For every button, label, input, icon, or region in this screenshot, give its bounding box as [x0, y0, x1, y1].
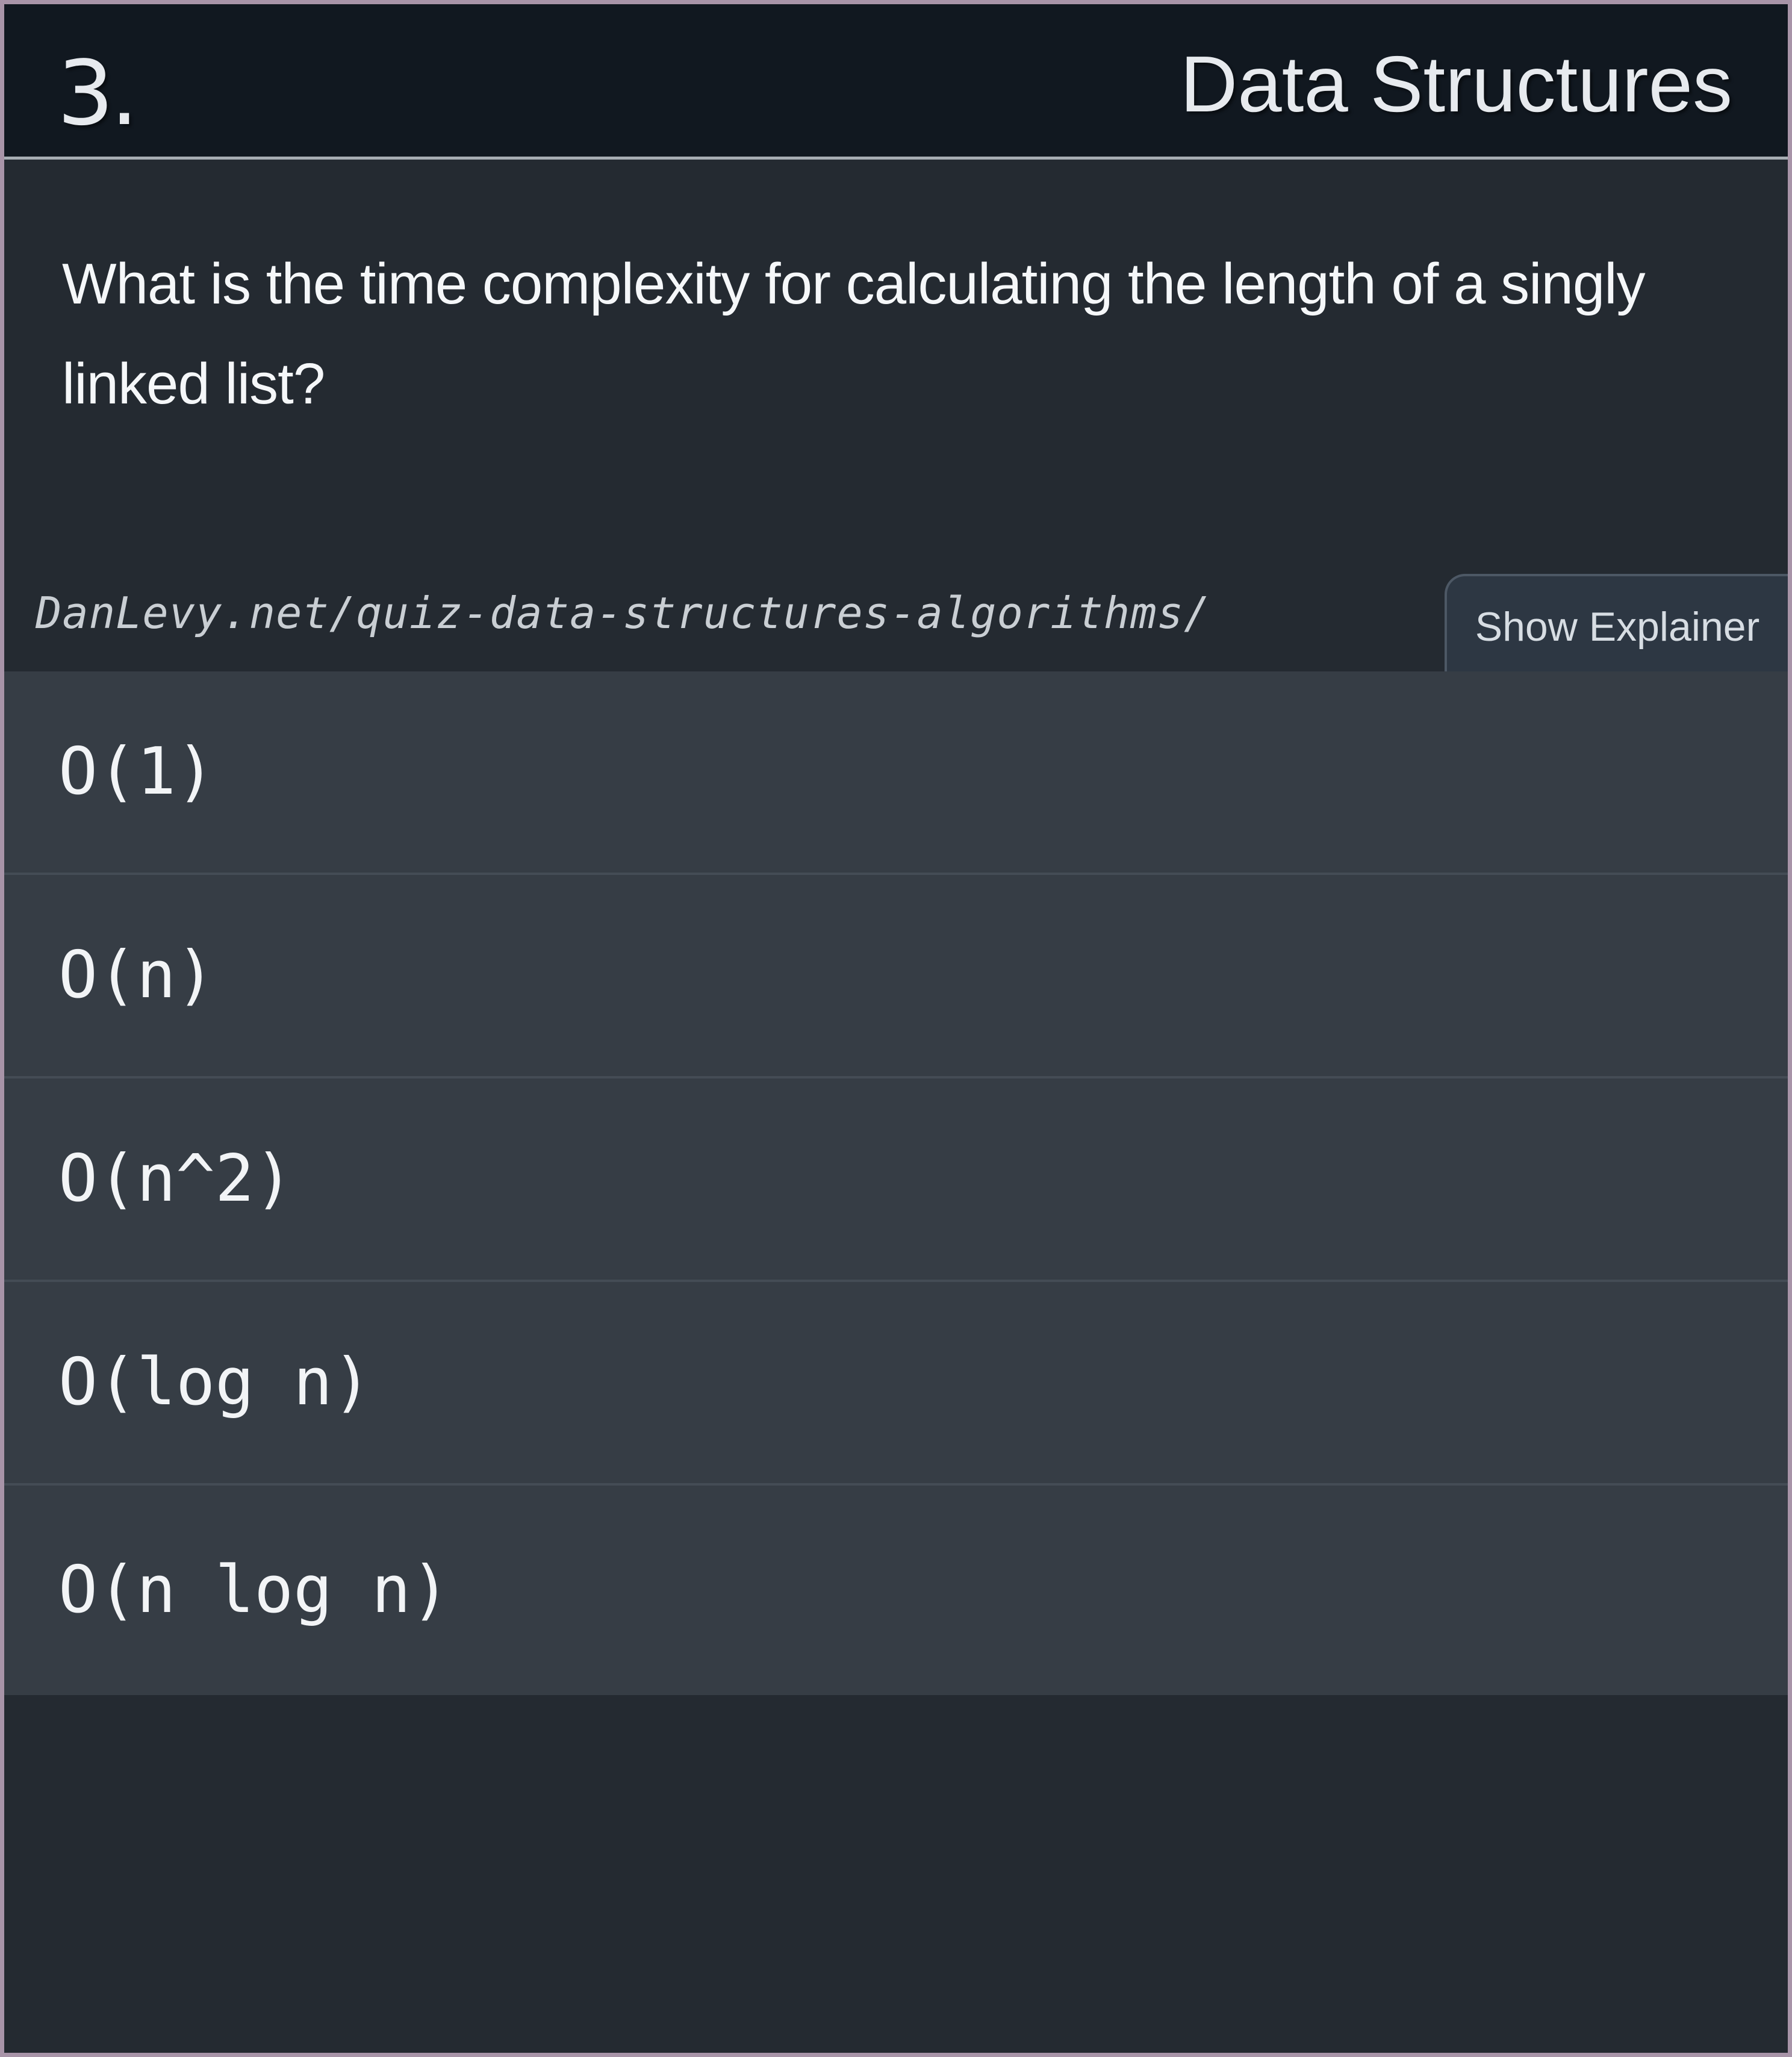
answer-choice-label: O(n): [58, 938, 216, 1013]
source-url: DanLevy.net/quiz-data-structures-algorit…: [36, 588, 1211, 638]
answer-choice-o-n[interactable]: O(n): [4, 875, 1788, 1078]
answer-choice-o-1[interactable]: O(1): [4, 671, 1788, 875]
quiz-topic: Data Structures: [1180, 40, 1732, 128]
answer-choice-label: O(n log n): [58, 1552, 450, 1628]
answer-choice-label: O(1): [58, 734, 216, 809]
empty-bottom-area: [4, 1695, 1788, 2053]
answer-choice-label: O(log n): [58, 1345, 372, 1420]
quiz-card: 3. Data Structures What is the time comp…: [0, 0, 1792, 2057]
question-text: What is the time complexity for calculat…: [62, 252, 1646, 416]
quiz-header: 3. Data Structures: [4, 4, 1788, 160]
question-number: 3.: [57, 42, 138, 145]
answer-choice-o-n-squared[interactable]: O(n^2): [4, 1078, 1788, 1282]
show-explainer-button[interactable]: Show Explainer: [1445, 574, 1788, 674]
answer-choice-o-log-n[interactable]: O(log n): [4, 1282, 1788, 1486]
answer-choice-o-n-log-n[interactable]: O(n log n): [4, 1486, 1788, 1695]
answer-choice-label: O(n^2): [58, 1141, 294, 1216]
answer-choices: O(1) O(n) O(n^2) O(log n) O(n log n): [4, 671, 1788, 1695]
